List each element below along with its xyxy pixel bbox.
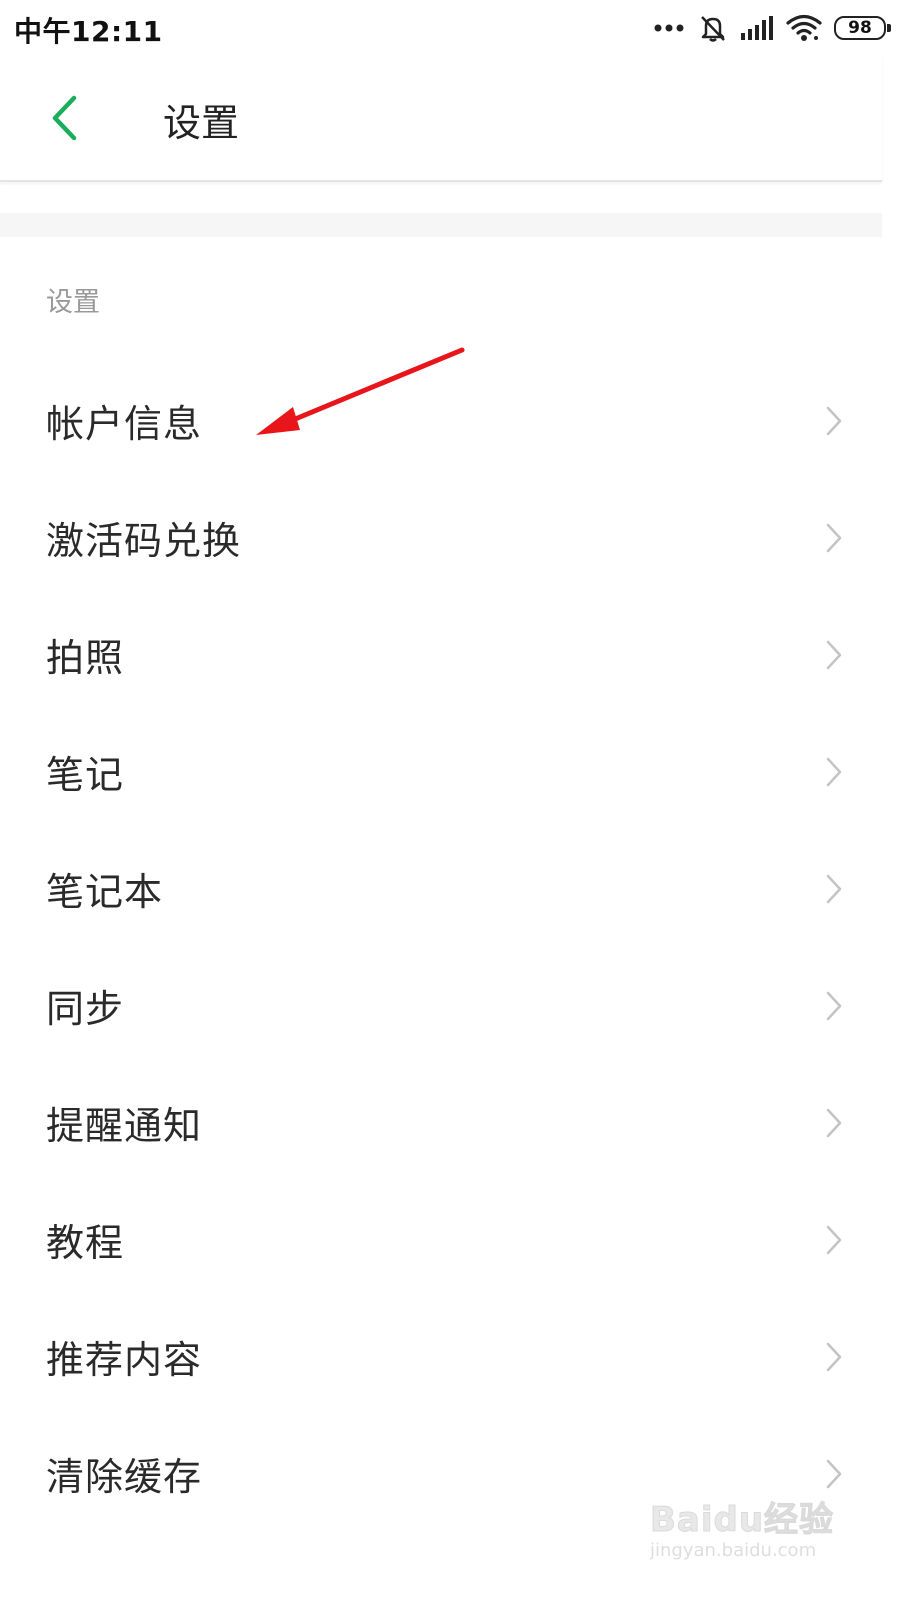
chevron-right-icon [826, 874, 842, 903]
chevron-right-icon [826, 406, 842, 435]
watermark-main: Baidu经验 [649, 1500, 835, 1541]
chevron-right-icon [826, 523, 842, 552]
settings-item-sync[interactable]: 同步 [0, 947, 882, 1064]
mute-bell-icon [698, 13, 728, 43]
settings-list: 帐户信息 激活码兑换 拍照 笔记 笔记本 同步 提醒通知 教程 推荐内容 清除缓… [0, 362, 882, 1532]
settings-item-label: 推荐内容 [46, 1338, 203, 1382]
chevron-right-icon [826, 1108, 842, 1137]
settings-item-tutorial[interactable]: 教程 [0, 1181, 882, 1298]
chevron-right-icon [826, 757, 842, 786]
back-button[interactable] [40, 88, 88, 148]
settings-item-account-info[interactable]: 帐户信息 [0, 362, 882, 479]
settings-item-label: 同步 [46, 987, 125, 1031]
status-bar: 中午12:11 98 [0, 0, 900, 56]
settings-item-label: 教程 [46, 1221, 125, 1265]
settings-item-reminders[interactable]: 提醒通知 [0, 1064, 882, 1181]
settings-item-label: 激活码兑换 [46, 519, 242, 563]
settings-item-label: 笔记 [46, 753, 125, 797]
settings-item-label: 提醒通知 [46, 1104, 203, 1148]
app-header: 设置 [0, 56, 882, 182]
chevron-right-icon [826, 640, 842, 669]
chevron-right-icon [826, 1342, 842, 1371]
settings-item-label: 拍照 [46, 636, 125, 680]
status-icons: 98 [654, 10, 891, 46]
signal-icon [740, 15, 774, 41]
wifi-icon [786, 14, 822, 42]
watermark-logo: Baidu经验 jingyan.baidu.com [649, 1492, 840, 1572]
settings-item-label: 笔记本 [46, 870, 164, 914]
section-label: 设置 [46, 287, 100, 318]
settings-item-notes[interactable]: 笔记 [0, 713, 882, 830]
settings-item-label: 帐户信息 [46, 402, 203, 446]
more-dots-icon [654, 23, 686, 33]
page-title: 设置 [163, 101, 240, 145]
chevron-left-icon [52, 95, 77, 141]
battery-icon: 98 [834, 16, 891, 40]
settings-item-label: 清除缓存 [46, 1455, 203, 1499]
settings-item-activation-code[interactable]: 激活码兑换 [0, 479, 882, 596]
chevron-right-icon [826, 1459, 842, 1488]
section-divider [0, 213, 882, 237]
chevron-right-icon [826, 1225, 842, 1254]
settings-item-recommended[interactable]: 推荐内容 [0, 1298, 882, 1415]
settings-item-photo[interactable]: 拍照 [0, 596, 882, 713]
chevron-right-icon [826, 991, 842, 1020]
watermark-sub: jingyan.baidu.com [650, 1540, 817, 1561]
status-time: 中午12:11 [14, 15, 163, 48]
settings-item-notebook[interactable]: 笔记本 [0, 830, 882, 947]
